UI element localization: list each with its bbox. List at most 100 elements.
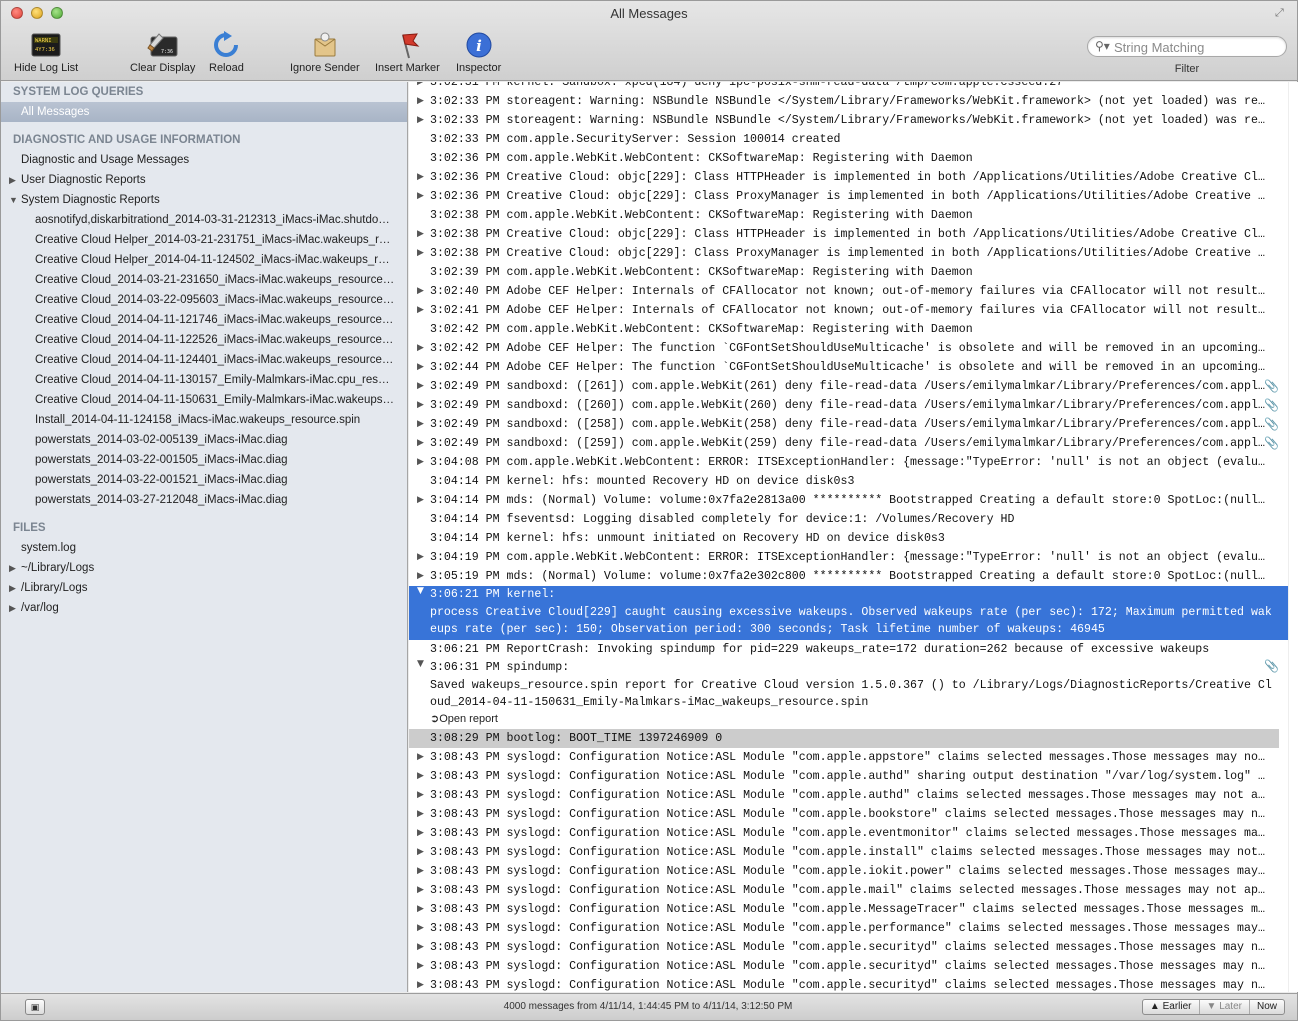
disclosure-right-icon[interactable]: ▶ xyxy=(417,168,424,187)
disclosure-right-icon[interactable]: ▶ xyxy=(417,111,424,130)
sidebar-item-diagnostic-report[interactable]: powerstats_2014-03-22-001521_iMacs-iMac.… xyxy=(1,470,407,490)
disclosure-right-icon[interactable]: ▶ xyxy=(417,862,424,881)
log-row[interactable]: 3:02:42 PM com.apple.WebKit.WebContent: … xyxy=(409,320,1289,339)
bootlog-marker-row[interactable]: 3:08:29 PM bootlog: BOOT_TIME 1397246909… xyxy=(409,729,1279,748)
disclosure-right-icon[interactable]: ▶ xyxy=(417,377,424,396)
disclosure-right-icon[interactable]: ▶ xyxy=(417,548,424,567)
sidebar-item-user-library-logs[interactable]: ▶ ~/Library/Logs xyxy=(1,558,407,578)
log-row[interactable]: ▶ 3:02:44 PM Adobe CEF Helper: The functi… xyxy=(409,358,1289,377)
disclosure-right-icon[interactable]: ▶ xyxy=(417,339,424,358)
search-field[interactable]: ⚲▾ xyxy=(1087,36,1287,57)
disclosure-right-icon[interactable]: ▶ xyxy=(417,881,424,900)
log-row[interactable]: ▶ 3:02:49 PM sandboxd: ([258]) com.apple.… xyxy=(409,415,1289,434)
disclosure-right-icon[interactable]: ▶ xyxy=(417,92,424,111)
sidebar-item-diagnostic-report[interactable]: powerstats_2014-03-02-005139_iMacs-iMac.… xyxy=(1,430,407,450)
sidebar-item-system-log[interactable]: system.log xyxy=(1,538,407,558)
disclosure-right-icon[interactable]: ▶ xyxy=(417,938,424,957)
inspector-button[interactable]: i Inspector xyxy=(456,31,501,74)
toggle-sidebar-button[interactable]: ▣ xyxy=(25,999,45,1015)
open-report-link[interactable]: ➲Open report xyxy=(430,711,1277,727)
sidebar-item-diagnostic-report[interactable]: Creative Cloud Helper_2014-04-11-124502_… xyxy=(1,250,407,270)
search-icon[interactable]: ⚲▾ xyxy=(1095,39,1110,53)
disclosure-right-icon[interactable]: ▶ xyxy=(417,767,424,786)
sidebar-item-user-diagnostic-reports[interactable]: ▶ User Diagnostic Reports xyxy=(1,170,407,190)
disclosure-right-icon[interactable]: ▶ xyxy=(417,301,424,320)
log-row[interactable]: ▶ 3:02:33 PM storeagent: Warning: NSBundl… xyxy=(409,111,1289,130)
attachment-paperclip-icon[interactable]: 📎 xyxy=(1264,434,1279,453)
log-row[interactable]: ▶ 3:08:43 PM syslogd: Configuration Notic… xyxy=(409,938,1289,957)
hide-log-list-button[interactable]: WARNI 4Y7:36 Hide Log List xyxy=(14,31,78,74)
expanded-log-entry[interactable]: ▼ 📎 3:06:31 PM spindump: Saved wakeups_r… xyxy=(409,659,1289,729)
disclosure-right-icon[interactable]: ▶ xyxy=(417,415,424,434)
sidebar-item-diagnostic-report[interactable]: Creative Cloud_2014-04-11-124401_iMacs-i… xyxy=(1,350,407,370)
disclosure-right-icon[interactable]: ▶ xyxy=(417,225,424,244)
disclosure-right-icon[interactable]: ▶ xyxy=(9,598,16,618)
earlier-button[interactable]: ▲ Earlier xyxy=(1143,1000,1200,1014)
sidebar-item-diagnostic-report[interactable]: Creative Cloud_2014-03-21-231650_iMacs-i… xyxy=(1,270,407,290)
clear-display-button[interactable]: 7:36 Clear Display xyxy=(130,31,195,74)
disclosure-right-icon[interactable]: ▶ xyxy=(417,786,424,805)
log-row[interactable]: ▶ 3:02:36 PM Creative Cloud: objc[229]: C… xyxy=(409,168,1289,187)
attachment-paperclip-icon[interactable]: 📎 xyxy=(1264,377,1279,396)
disclosure-right-icon[interactable]: ▶ xyxy=(417,976,424,992)
sidebar-item-diagnostic-report[interactable]: Creative Cloud_2014-04-11-122526_iMacs-i… xyxy=(1,330,407,350)
sidebar-item-diagnostic-report[interactable]: Creative Cloud_2014-04-11-130157_Emily-M… xyxy=(1,370,407,390)
disclosure-right-icon[interactable]: ▶ xyxy=(9,578,16,598)
log-row[interactable]: ▶ 3:02:49 PM sandboxd: ([259]) com.apple.… xyxy=(409,434,1289,453)
fullscreen-icon[interactable]: ⤢ xyxy=(1275,7,1287,19)
log-row[interactable]: ▶ 3:02:31 PM kernel: Sandbox: xpcd(184) d… xyxy=(409,82,1289,92)
reload-button[interactable]: Reload xyxy=(209,31,244,74)
disclosure-right-icon[interactable]: ▶ xyxy=(417,187,424,206)
log-row[interactable]: 3:02:36 PM com.apple.WebKit.WebContent: … xyxy=(409,149,1289,168)
disclosure-down-icon[interactable]: ▼ xyxy=(9,190,18,210)
disclosure-right-icon[interactable]: ▶ xyxy=(417,843,424,862)
selected-log-entry[interactable]: ▼ 3:06:21 PM kernel: process Creative Cl… xyxy=(409,586,1289,640)
attachment-paperclip-icon[interactable]: 📎 xyxy=(1264,396,1279,415)
log-row[interactable]: 3:06:21 PM ReportCrash: Invoking spindum… xyxy=(409,640,1289,659)
log-row[interactable]: ▶ 3:08:43 PM syslogd: Configuration Notic… xyxy=(409,881,1289,900)
sidebar-item-diagnostic-report[interactable]: powerstats_2014-03-27-212048_iMacs-iMac.… xyxy=(1,490,407,510)
sidebar-item-diagnostic-report[interactable]: aosnotifyd,diskarbitrationd_2014-03-31-2… xyxy=(1,210,407,230)
disclosure-right-icon[interactable]: ▶ xyxy=(417,434,424,453)
log-row[interactable]: ▶ 3:02:49 PM sandboxd: ([261]) com.apple.… xyxy=(409,377,1289,396)
sidebar-item-diagnostic-report[interactable]: Creative Cloud Helper_2014-03-21-231751_… xyxy=(1,230,407,250)
disclosure-right-icon[interactable]: ▶ xyxy=(417,453,424,472)
disclosure-right-icon[interactable]: ▶ xyxy=(417,957,424,976)
disclosure-right-icon[interactable]: ▶ xyxy=(417,244,424,263)
disclosure-right-icon[interactable]: ▶ xyxy=(417,282,424,301)
log-row[interactable]: ▶ 3:08:43 PM syslogd: Configuration Notic… xyxy=(409,805,1289,824)
sidebar-item-all-messages[interactable]: All Messages xyxy=(1,102,407,122)
log-row[interactable]: ▶ 3:08:43 PM syslogd: Configuration Notic… xyxy=(409,957,1289,976)
log-row[interactable]: ▶ 3:02:36 PM Creative Cloud: objc[229]: C… xyxy=(409,187,1289,206)
disclosure-right-icon[interactable]: ▶ xyxy=(417,900,424,919)
log-row[interactable]: ▶ 3:04:14 PM mds: (Normal) Volume: volume… xyxy=(409,491,1289,510)
log-row[interactable]: ▶ 3:02:38 PM Creative Cloud: objc[229]: C… xyxy=(409,225,1289,244)
disclosure-right-icon[interactable]: ▶ xyxy=(417,919,424,938)
log-message-list[interactable]: ▶ 3:02:31 PM kernel: Sandbox: xpcd(184) d… xyxy=(409,82,1298,992)
log-row[interactable]: 3:02:33 PM com.apple.SecurityServer: Ses… xyxy=(409,130,1289,149)
log-row[interactable]: 3:04:14 PM kernel: hfs: mounted Recovery… xyxy=(409,472,1289,491)
disclosure-down-icon[interactable]: ▼ xyxy=(417,586,424,596)
sidebar-item-diagnostic-report[interactable]: Creative Cloud_2014-04-11-150631_Emily-M… xyxy=(1,390,407,410)
disclosure-right-icon[interactable]: ▶ xyxy=(417,824,424,843)
later-button[interactable]: ▼ Later xyxy=(1200,1000,1250,1014)
log-row[interactable]: 3:04:14 PM kernel: hfs: unmount initiate… xyxy=(409,529,1289,548)
sidebar-item-library-logs[interactable]: ▶ /Library/Logs xyxy=(1,578,407,598)
log-row[interactable]: ▶ 3:08:43 PM syslogd: Configuration Notic… xyxy=(409,862,1289,881)
sidebar-item-diagnostic-report[interactable]: Install_2014-04-11-124158_iMacs-iMac.wak… xyxy=(1,410,407,430)
log-row[interactable]: ▶ 3:08:43 PM syslogd: Configuration Notic… xyxy=(409,786,1289,805)
disclosure-down-icon[interactable]: ▼ xyxy=(417,659,424,669)
log-row[interactable]: ▶ 3:04:08 PM com.apple.WebKit.WebContent:… xyxy=(409,453,1289,472)
log-row[interactable]: ▶ 3:02:41 PM Adobe CEF Helper: Internals … xyxy=(409,301,1289,320)
search-input[interactable] xyxy=(1114,39,1282,55)
log-row[interactable]: ▶ 3:02:33 PM storeagent: Warning: NSBundl… xyxy=(409,92,1289,111)
disclosure-right-icon[interactable]: ▶ xyxy=(417,358,424,377)
disclosure-right-icon[interactable]: ▶ xyxy=(417,567,424,586)
log-row[interactable]: ▶ 3:04:19 PM com.apple.WebKit.WebContent:… xyxy=(409,548,1289,567)
sidebar-item-diagnostic-report[interactable]: Creative Cloud_2014-03-22-095603_iMacs-i… xyxy=(1,290,407,310)
log-row[interactable]: ▶ 3:02:49 PM sandboxd: ([260]) com.apple.… xyxy=(409,396,1289,415)
log-row[interactable]: ▶ 3:02:40 PM Adobe CEF Helper: Internals … xyxy=(409,282,1289,301)
log-row[interactable]: ▶ 3:05:19 PM mds: (Normal) Volume: volume… xyxy=(409,567,1289,586)
attachment-paperclip-icon[interactable]: 📎 xyxy=(1264,415,1279,434)
disclosure-right-icon[interactable]: ▶ xyxy=(417,396,424,415)
